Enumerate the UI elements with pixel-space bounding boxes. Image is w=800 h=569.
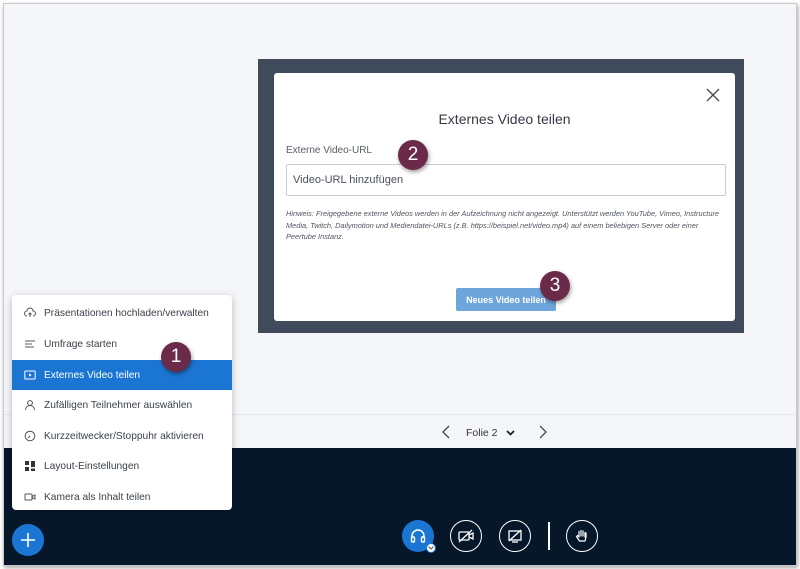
video-url-input[interactable] <box>286 164 726 196</box>
screenshare-button[interactable] <box>499 520 531 552</box>
callout-badge-3: 3 <box>540 271 570 301</box>
hand-icon <box>575 529 587 542</box>
callout-badge-1: 1 <box>161 342 191 372</box>
audio-options-chevron-icon[interactable] <box>426 543 436 553</box>
share-external-video-modal: Externes Video teilen Externe Video-URL … <box>274 73 735 321</box>
actions-plus-button[interactable] <box>12 524 44 556</box>
menu-item-label: Layout-Einstellungen <box>44 460 140 472</box>
menu-item-random-participant[interactable]: Zufälligen Teilnehmer auswählen <box>12 390 232 420</box>
app-window: Externes Video teilen Externe Video-URL … <box>3 3 797 566</box>
menu-item-timer[interactable]: Kurzzeitwecker/Stoppuhr aktivieren <box>12 421 232 451</box>
previous-slide-icon[interactable] <box>440 424 454 440</box>
plus-icon <box>21 533 35 547</box>
camera-toggle-button[interactable] <box>450 520 482 552</box>
slide-select[interactable]: Folie 2 <box>466 425 515 441</box>
toolbar-divider <box>548 522 550 550</box>
menu-item-label: Zufälligen Teilnehmer auswählen <box>44 399 193 411</box>
raise-hand-button[interactable] <box>566 520 598 552</box>
user-icon <box>24 399 36 411</box>
menu-item-start-poll[interactable]: Umfrage starten <box>12 329 232 359</box>
hint-text: Hinweis: Freigegebene externe Videos wer… <box>286 209 720 241</box>
camera-icon <box>24 491 36 503</box>
chevron-down-icon <box>505 427 515 439</box>
actions-menu: Präsentationen hochladen/verwalten Umfra… <box>12 295 232 510</box>
menu-item-label: Präsentationen hochladen/verwalten <box>44 307 209 319</box>
headphones-icon <box>410 529 426 543</box>
screenshare-off-icon <box>508 529 522 543</box>
layout-grid-icon <box>24 460 36 472</box>
video-url-label: Externe Video-URL <box>286 145 372 156</box>
external-video-icon <box>24 369 36 381</box>
next-slide-icon[interactable] <box>535 424 549 440</box>
slide-select-label: Folie 2 <box>466 427 498 439</box>
camera-off-icon <box>458 529 474 543</box>
menu-item-label: Externes Video teilen <box>44 369 141 381</box>
menu-item-label: Umfrage starten <box>44 338 118 350</box>
callout-badge-2: 2 <box>398 140 428 170</box>
menu-item-upload-presentations[interactable]: Präsentationen hochladen/verwalten <box>12 298 232 328</box>
menu-item-share-camera[interactable]: Kamera als Inhalt teilen <box>12 482 232 512</box>
menu-item-label: Kamera als Inhalt teilen <box>44 491 151 503</box>
upload-cloud-icon <box>24 307 36 319</box>
menu-item-layout-settings[interactable]: Layout-Einstellungen <box>12 451 232 481</box>
timer-icon <box>24 430 36 442</box>
menu-item-label: Kurzzeitwecker/Stoppuhr aktivieren <box>44 430 204 442</box>
modal-title: Externes Video teilen <box>438 111 571 127</box>
poll-icon <box>24 338 36 350</box>
close-icon[interactable] <box>705 87 721 103</box>
menu-item-share-external-video[interactable]: Externes Video teilen <box>12 360 232 390</box>
